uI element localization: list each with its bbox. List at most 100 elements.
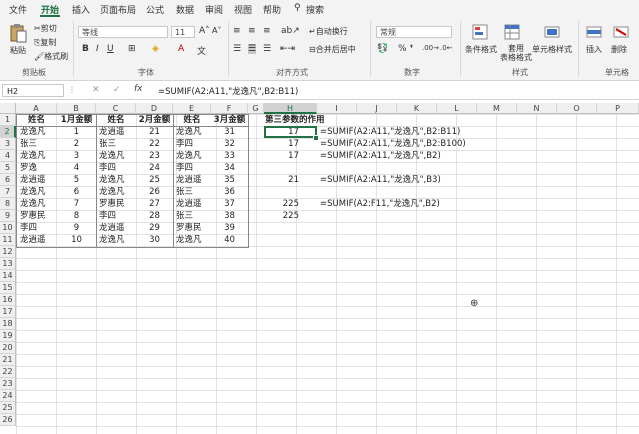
row-header[interactable]: 1 [0, 114, 16, 126]
function-icon[interactable]: fx [134, 84, 143, 94]
table-cell[interactable]: 37 [211, 198, 248, 210]
row-header[interactable]: 16 [0, 294, 16, 306]
header-cell[interactable]: 3月金额 [211, 114, 248, 126]
column-header-b[interactable]: B [57, 103, 96, 114]
table-cell[interactable]: 22 [136, 138, 173, 150]
indent-icon[interactable]: ⇤⇥ [280, 44, 295, 54]
tab-view[interactable]: 视图 [234, 3, 252, 16]
row-header[interactable]: 19 [0, 330, 16, 342]
cell-styles-icon[interactable] [543, 23, 561, 41]
table-cell[interactable]: 4 [57, 162, 96, 174]
table-cell[interactable]: 龙逍遥 [20, 174, 57, 186]
formula-text-cell[interactable]: =SUMIF(A2:A11,"龙逸凡",B2) [320, 150, 441, 162]
table-cell[interactable]: 龙逸凡 [176, 234, 211, 246]
row-header[interactable]: 15 [0, 282, 16, 294]
table-cell[interactable]: 7 [57, 198, 96, 210]
search-icon[interactable]: ⚲ [294, 3, 301, 13]
percent-icon[interactable]: % [398, 44, 407, 54]
table-cell[interactable]: 26 [136, 186, 173, 198]
tab-formulas[interactable]: 公式 [146, 3, 164, 16]
row-header[interactable]: 17 [0, 306, 16, 318]
bold-icon[interactable]: B [82, 44, 89, 54]
comma-icon[interactable]: ❜ [410, 44, 413, 55]
currency-icon[interactable]: 💱 [377, 44, 388, 54]
row-header[interactable]: 12 [0, 246, 16, 258]
result-cell[interactable] [264, 162, 299, 174]
row-header[interactable]: 25 [0, 402, 16, 414]
font-color-icon[interactable]: A [178, 44, 184, 54]
row-header[interactable]: 20 [0, 342, 16, 354]
row-header[interactable]: 21 [0, 354, 16, 366]
insert-cells-button[interactable]: 插入 [586, 44, 602, 55]
table-cell[interactable]: 30 [136, 234, 173, 246]
format-painter-button[interactable]: 🖌格式刷 [34, 51, 68, 62]
underline-icon[interactable]: U [107, 44, 114, 54]
row-header[interactable]: 23 [0, 378, 16, 390]
insert-cells-icon[interactable] [585, 23, 603, 41]
column-header-d[interactable]: D [136, 103, 173, 114]
increase-font-icon[interactable]: A˄ [199, 26, 210, 36]
align-top-icon[interactable]: ≡ [233, 26, 241, 36]
row-header[interactable]: 13 [0, 258, 16, 270]
table-cell[interactable]: 28 [136, 210, 173, 222]
table-cell[interactable]: 龙逸凡 [20, 126, 57, 138]
wrap-text-button[interactable]: ↵自动换行 [309, 26, 348, 37]
formula-text-cell[interactable] [320, 162, 440, 174]
result-cell[interactable] [264, 186, 299, 198]
table-cell[interactable]: 龙逍遥 [176, 174, 211, 186]
row-header[interactable]: 8 [0, 198, 16, 210]
row-header[interactable]: 3 [0, 138, 16, 150]
result-cell[interactable]: 17 [264, 138, 299, 150]
header-cell[interactable]: 姓名 [173, 114, 211, 126]
decrease-decimal-icon[interactable]: .0← [440, 44, 453, 52]
column-header-k[interactable]: K [397, 103, 437, 114]
number-format-select[interactable]: 常规 [376, 26, 452, 38]
table-cell[interactable]: 32 [211, 138, 248, 150]
format-as-table-button[interactable]: 套用 表格格式 [500, 44, 532, 62]
table-cell[interactable]: 36 [211, 186, 248, 198]
row-header[interactable]: 10 [0, 222, 16, 234]
table-cell[interactable]: 罗惠民 [20, 210, 57, 222]
table-cell[interactable]: 39 [211, 222, 248, 234]
align-center-icon[interactable]: ☰ [248, 44, 257, 54]
row-header[interactable]: 11 [0, 234, 16, 246]
font-name-select[interactable]: 等线 [78, 26, 168, 38]
active-cell-selection[interactable] [264, 126, 317, 138]
table-cell[interactable]: 34 [211, 162, 248, 174]
row-header[interactable]: 4 [0, 150, 16, 162]
row-header[interactable]: 22 [0, 366, 16, 378]
column-header-c[interactable]: C [96, 103, 136, 114]
row-header[interactable]: 5 [0, 162, 16, 174]
table-cell[interactable]: 龙逍遥 [99, 222, 136, 234]
table-cell[interactable]: 38 [211, 210, 248, 222]
column-header-m[interactable]: M [477, 103, 517, 114]
tab-help[interactable]: 帮助 [263, 3, 281, 16]
header-cell[interactable]: 1月金额 [57, 114, 96, 126]
tab-page-layout[interactable]: 页面布局 [100, 3, 136, 16]
table-cell[interactable]: 龙逸凡 [176, 150, 211, 162]
row-header[interactable]: 2 [0, 126, 16, 138]
row-header[interactable]: 7 [0, 186, 16, 198]
border-icon[interactable]: ⊞ [128, 44, 136, 54]
table-cell[interactable]: 8 [57, 210, 96, 222]
tab-search[interactable]: 搜索 [306, 3, 324, 16]
table-cell[interactable]: 张三 [176, 210, 211, 222]
table-cell[interactable]: 龙逍遥 [99, 126, 136, 138]
column-header-e[interactable]: E [173, 103, 211, 114]
conditional-format-button[interactable]: 条件格式 [465, 44, 497, 55]
column-header-i[interactable]: I [317, 103, 357, 114]
table-cell[interactable]: 6 [57, 186, 96, 198]
table-cell[interactable]: 罗惠民 [176, 222, 211, 234]
table-cell[interactable]: 龙逸凡 [176, 126, 211, 138]
column-header-o[interactable]: O [557, 103, 597, 114]
column-header-n[interactable]: N [517, 103, 557, 114]
row-header[interactable]: 26 [0, 414, 16, 426]
table-cell[interactable]: 33 [211, 150, 248, 162]
orientation-icon[interactable]: ab↗ [281, 26, 300, 36]
formula-text-cell[interactable]: =SUMIF(A2:F11,"龙逸凡",B2) [320, 198, 440, 210]
align-left-icon[interactable]: ☰ [233, 44, 241, 54]
tab-data[interactable]: 数据 [176, 3, 194, 16]
align-bottom-icon[interactable]: ≡ [263, 26, 271, 36]
table-cell[interactable]: 李四 [176, 162, 211, 174]
align-right-icon[interactable]: ☰ [263, 44, 271, 54]
